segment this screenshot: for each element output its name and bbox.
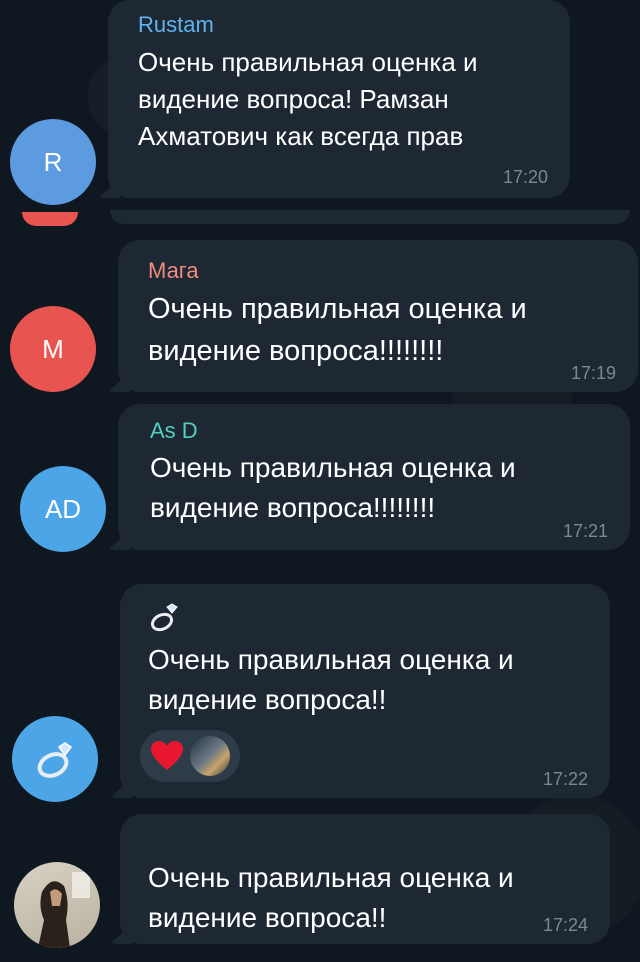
message-bubble[interactable]: Очень правильная оценка и видение вопрос… <box>110 584 610 798</box>
avatar[interactable] <box>12 716 98 802</box>
message-bubble[interactable]: As D Очень правильная оценка и видение в… <box>108 404 630 550</box>
avatar[interactable]: AD <box>20 466 106 552</box>
message-text: Очень правильная оценка и видение вопрос… <box>150 452 516 523</box>
avatar-initials: R <box>43 146 63 177</box>
avatar[interactable]: R <box>10 119 96 205</box>
message-text: Очень правильная оценка и видение вопрос… <box>148 293 527 367</box>
ring-icon <box>33 737 77 781</box>
cropped-bubble-edge <box>110 210 630 224</box>
cropped-avatar-edge <box>22 212 78 226</box>
message-bubble[interactable]: Мага Очень правильная оценка и видение в… <box>108 240 638 392</box>
message-bubble[interactable]: Rustam Очень правильная оценка и видение… <box>98 0 570 198</box>
avatar-initials: AD <box>44 493 82 524</box>
message-time: 17:21 <box>562 521 608 541</box>
message-time: 17:20 <box>502 167 548 187</box>
sender-name[interactable]: As D <box>150 418 606 444</box>
ring-icon <box>148 600 586 632</box>
message-bubble[interactable]: Очень правильная оценка и видение вопрос… <box>110 814 610 944</box>
avatar-initials: M <box>42 333 64 364</box>
message-time: 17:19 <box>570 363 616 383</box>
sender-name[interactable]: Мага <box>148 258 614 284</box>
message-time: 17:24 <box>542 915 588 935</box>
reactions-bar[interactable] <box>140 730 240 782</box>
sender-name[interactable]: Rustam <box>138 12 546 38</box>
heart-icon[interactable] <box>150 740 184 772</box>
avatar[interactable]: M <box>10 306 96 392</box>
message-text: Очень правильная оценка и видение вопрос… <box>138 47 478 151</box>
message-time: 17:22 <box>542 769 588 789</box>
photo-avatar-icon <box>14 862 100 948</box>
reactor-avatar-icon[interactable] <box>190 736 230 776</box>
message-text: Очень правильная оценка и видение вопрос… <box>148 644 514 715</box>
message-text: Очень правильная оценка и видение вопрос… <box>148 862 514 933</box>
avatar[interactable] <box>14 862 100 948</box>
